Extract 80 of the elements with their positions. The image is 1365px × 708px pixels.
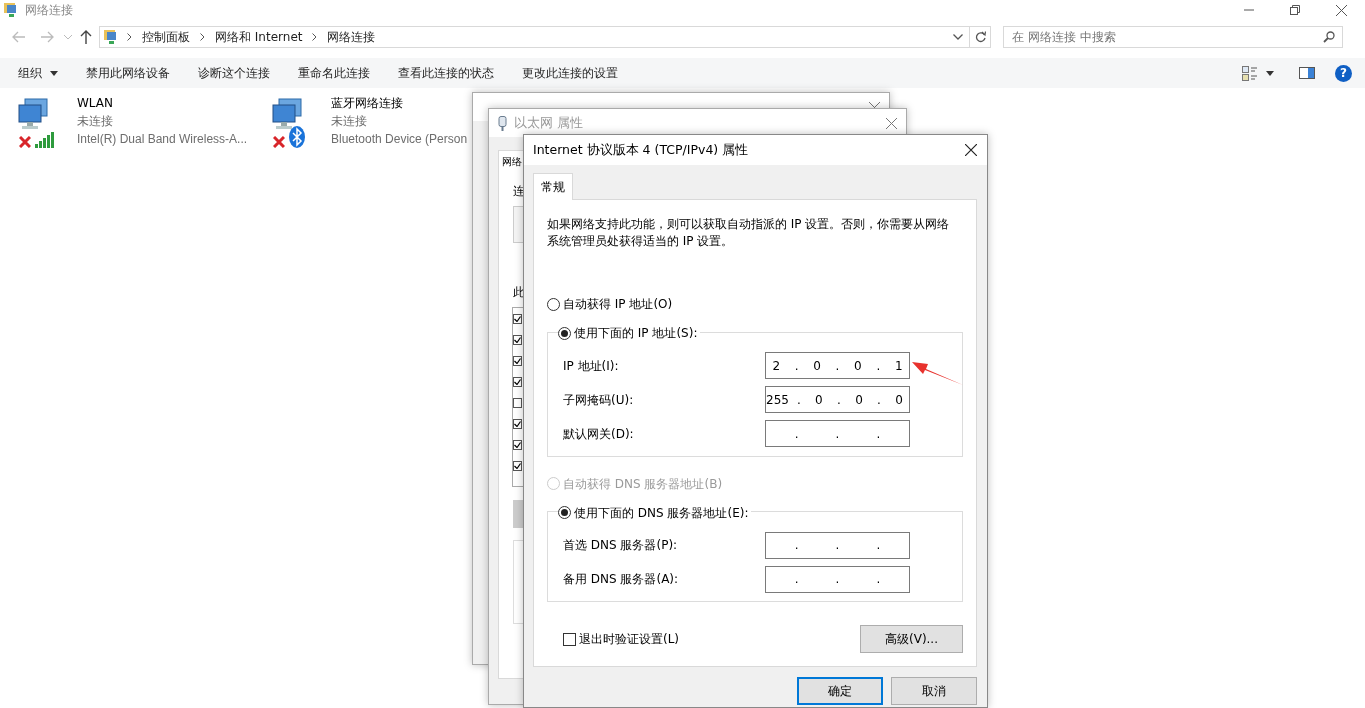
checkbox[interactable]: [513, 419, 522, 429]
restore-icon[interactable]: [1290, 5, 1300, 15]
ip-address-field[interactable]: 255 . 0 . 0 . 0: [765, 386, 910, 413]
chevron-icon: [312, 33, 318, 41]
toolbar-button[interactable]: 禁用此网络设备: [76, 58, 180, 88]
toolbar-button[interactable]: 更改此连接的设置: [512, 58, 628, 88]
toolbar-button[interactable]: 重命名此连接: [288, 58, 380, 88]
connection-name[interactable]: WLAN: [77, 94, 248, 112]
close-icon: [886, 117, 897, 129]
view-options-icon[interactable]: [1242, 65, 1258, 81]
breadcrumb-item[interactable]: 控制面板: [142, 28, 190, 46]
radio-button[interactable]: 自动获得 IP 地址(O): [547, 295, 673, 313]
field-label: 备用 DNS 服务器(A):: [563, 571, 679, 588]
ip-address-field[interactable]: 2 . 0 . 0 . 1: [765, 352, 910, 379]
caret-icon: [50, 70, 58, 76]
address-bar[interactable]: 控制面板 网络和 Internet 网络连接: [99, 26, 970, 48]
check-icon: [514, 442, 521, 448]
close-button[interactable]: [965, 144, 977, 156]
refresh-icon: [974, 31, 986, 43]
field-label: 默认网关(D):: [563, 425, 634, 443]
up-arrow-icon[interactable]: [80, 30, 92, 44]
field-label: 首选 DNS 服务器(P):: [563, 537, 678, 554]
connection-status: 未连接: [331, 113, 368, 130]
toolbar-button[interactable]: 组织: [8, 58, 68, 88]
error-x-icon: [19, 136, 31, 148]
connection-name[interactable]: 蓝牙网络连接: [331, 94, 468, 112]
ok-button[interactable]: 确定: [797, 677, 883, 705]
checkbox[interactable]: [513, 377, 522, 387]
control-panel-icon: [3, 2, 19, 18]
field-label: 子网掩码(U):: [563, 391, 634, 409]
close-icon: [965, 144, 977, 156]
breadcrumb-item[interactable]: 网络连接: [327, 28, 376, 46]
chevron-icon: [127, 33, 132, 41]
signal-strength-icon: [35, 132, 55, 148]
dropdown-caret-icon[interactable]: [953, 34, 963, 40]
checkbox[interactable]: [513, 440, 522, 450]
search-field[interactable]: 在 网络连接 中搜索: [1003, 26, 1343, 48]
check-icon: [514, 463, 521, 469]
network-plug-icon: [498, 115, 507, 131]
advanced-button[interactable]: 高级(V)...: [860, 625, 963, 653]
tab[interactable]: 网络: [498, 150, 526, 172]
check-icon: [514, 337, 521, 343]
bluetooth-icon: [289, 126, 305, 148]
check-icon: [514, 316, 521, 322]
device-name: Bluetooth Device (Person: [331, 131, 468, 148]
dialog-title: 以太网 属性: [514, 113, 583, 132]
ip-address-field[interactable]: . . .: [765, 531, 910, 559]
search-icon: [1323, 31, 1335, 43]
preview-pane-icon[interactable]: [1299, 67, 1315, 79]
caret-icon[interactable]: [1266, 70, 1274, 76]
connection-status: 未连接: [77, 113, 114, 130]
window-title: 网络连接: [25, 2, 73, 19]
ip-address-field[interactable]: . . .: [765, 420, 910, 447]
help-button[interactable]: ?: [1335, 64, 1352, 82]
error-x-icon: [273, 136, 285, 148]
description-text: 如果网络支持此功能，则可以获取自动指派的 IP 设置。否则，你需要从网络系统管理员处获得适当的 IP 设置。: [547, 216, 951, 250]
control-panel-icon: [103, 29, 119, 45]
field-label: 连: [513, 183, 525, 200]
chevron-icon: [200, 33, 205, 41]
breadcrumb-item[interactable]: 网络和 Internet: [215, 28, 303, 46]
refresh-button[interactable]: [970, 26, 991, 48]
toolbar-button[interactable]: 诊断这个连接: [188, 58, 280, 88]
checkbox[interactable]: [513, 314, 522, 324]
check-icon: [514, 421, 521, 427]
dialog-title: Internet 协议版本 4 (TCP/IPv4) 属性: [533, 140, 749, 159]
checkbox[interactable]: [513, 335, 522, 345]
close-icon[interactable]: [1336, 4, 1347, 16]
check-icon: [514, 358, 521, 364]
checkbox[interactable]: [513, 356, 522, 366]
device-name: Intel(R) Dual Band Wireless-A...: [77, 131, 248, 148]
checkbox[interactable]: [513, 461, 522, 471]
checkbox[interactable]: 退出时验证设置(L): [563, 630, 680, 648]
checkbox[interactable]: [513, 398, 522, 408]
check-icon: [514, 379, 521, 385]
field-label: IP 地址(I):: [563, 357, 619, 375]
cancel-button[interactable]: 取消: [891, 677, 977, 705]
tab[interactable]: 常规: [533, 173, 573, 200]
radio-button: 自动获得 DNS 服务器地址(B): [547, 474, 723, 493]
toolbar-button[interactable]: 查看此连接的状态: [388, 58, 504, 88]
ip-address-field[interactable]: . . .: [765, 565, 910, 593]
